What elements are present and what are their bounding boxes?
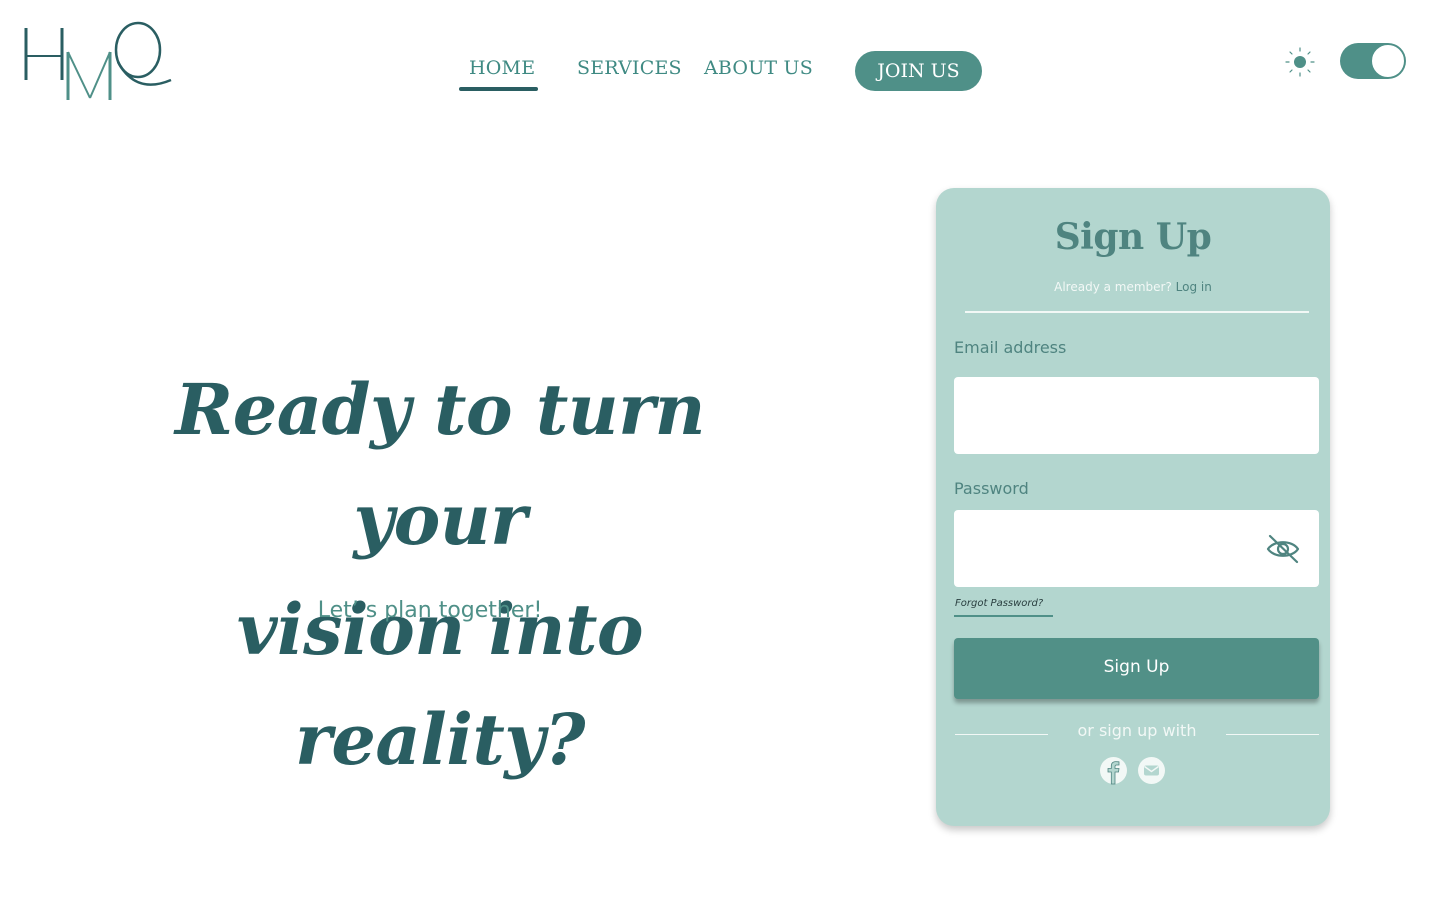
nav-about-us[interactable]: ABOUT US [704,56,813,80]
hmq-logo[interactable] [22,18,178,106]
mail-icon[interactable] [1137,756,1166,785]
join-us-button[interactable]: JOIN US [855,51,982,91]
hero-title-line1: Ready to turn your [175,368,705,561]
title-divider [965,311,1309,313]
sun-icon [1285,47,1315,77]
password-label: Password [954,479,1029,498]
nav-services[interactable]: SERVICES [577,56,682,80]
or-sign-up-with-text: or sign up with [1077,721,1197,740]
forgot-password-link[interactable]: Forgot Password? [955,598,1043,609]
facebook-icon[interactable] [1099,756,1128,785]
or-divider-left [955,734,1048,735]
nav-home[interactable]: HOME [469,56,535,80]
eye-slash-icon[interactable] [1264,530,1302,568]
signup-button[interactable]: Sign Up [954,638,1319,699]
signup-card: Sign Up Already a member? Log in Email a… [936,188,1330,826]
signup-title: Sign Up [1054,216,1212,258]
nav-active-indicator [459,87,538,91]
already-member-row: Already a member? Log in [936,280,1330,294]
hero-subtitle: Let’ s plan together! [317,598,543,623]
email-field[interactable] [954,377,1319,454]
theme-toggle[interactable] [1340,43,1406,79]
toggle-knob [1371,44,1405,78]
email-label: Email address [954,338,1067,357]
or-divider-right [1226,734,1319,735]
login-link[interactable]: Log in [1176,280,1212,294]
already-member-text: Already a member? [1054,280,1172,294]
forgot-password-underline [954,615,1053,617]
hero-title: Ready to turn your vision into reality? [100,355,780,795]
